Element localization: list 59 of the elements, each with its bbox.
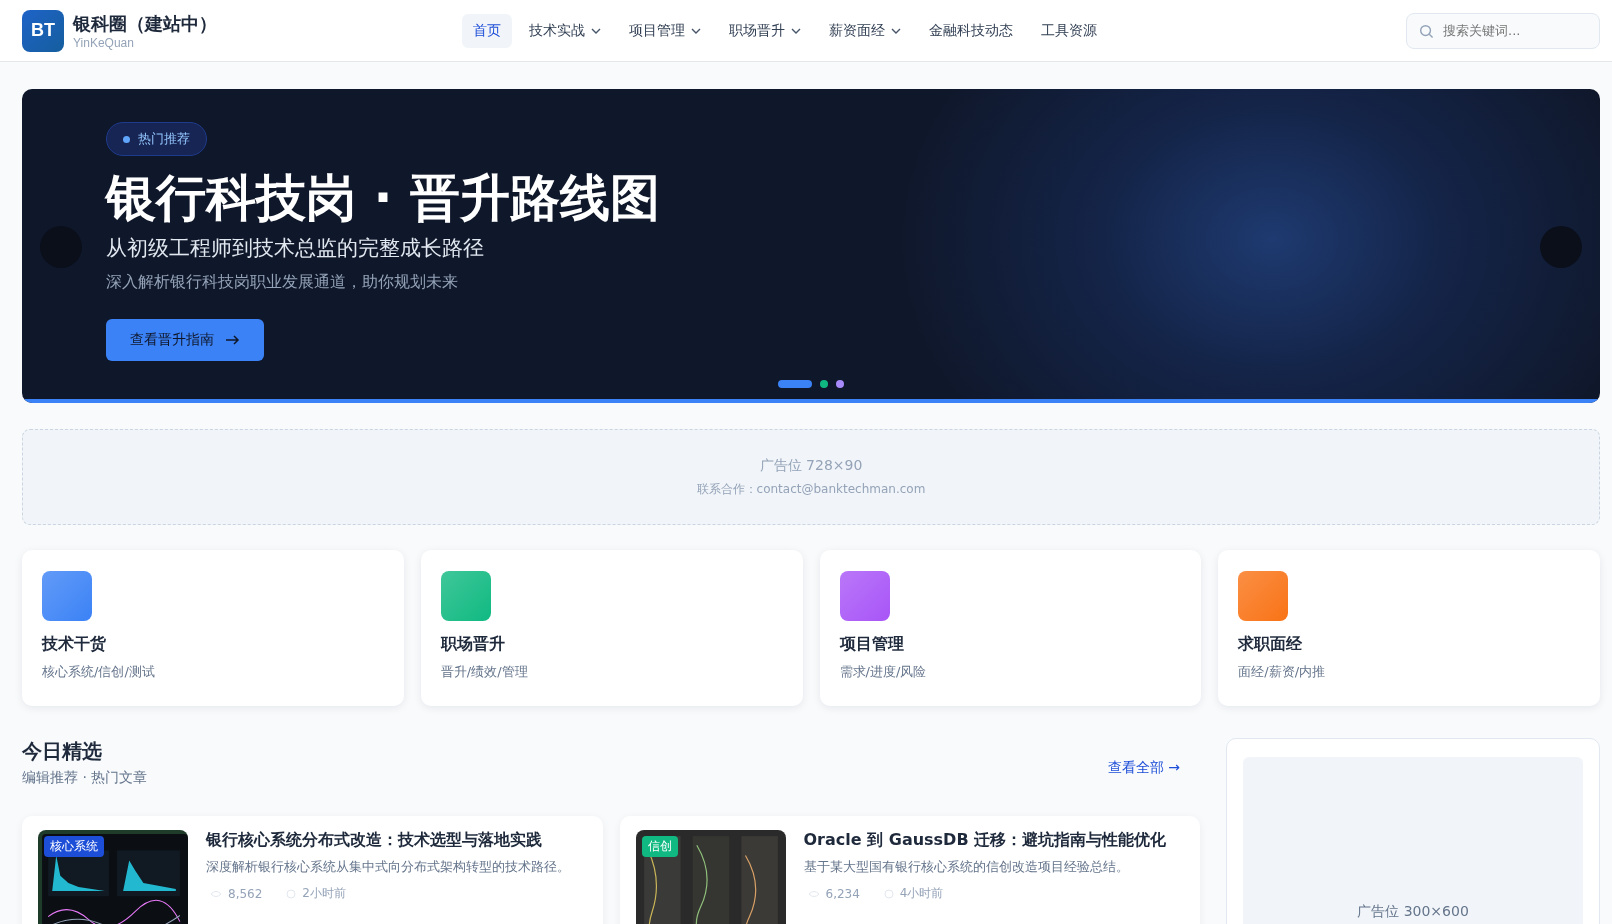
category-tags: 需求/进度/风险 [839,663,927,681]
slide-dot[interactable] [820,380,828,388]
category-title: 求职面经 [1238,634,1303,655]
clock-icon [883,888,894,899]
hero-title: 银行科技岗 · 晋升路线图 [106,170,660,228]
post-time: 2小时前 [302,885,346,903]
site-subtitle: YinKeQuan [73,35,135,50]
search-field[interactable]: 搜索关键词... [1406,12,1600,49]
chevron-down-icon [691,27,701,34]
section-subtitle: 编辑推荐 · 热门文章 [22,769,148,787]
slide-dot[interactable] [836,380,844,388]
nav-link[interactable]: 技术实战 [518,13,612,48]
nav-link[interactable]: 薪资面经 [818,13,912,48]
category-title: 技术干货 [42,634,106,655]
site-title: 银科圈（建站中） [73,11,217,36]
nav-link[interactable]: 工具资源 [1030,13,1108,48]
category-title: 职场晋升 [440,634,505,655]
post-time: 4小时前 [899,885,944,903]
eye-icon [210,889,222,898]
arrow-right-icon [226,334,240,345]
hero-description: 深入解析银行科技岗职业发展通道，助你规划未来 [106,271,458,293]
nav-link[interactable]: 项目管理 [618,13,712,48]
ad-label: 广告位 728×90 [759,456,863,475]
ad-placeholder[interactable]: 广告位 300×600 [1243,757,1583,924]
category-card[interactable]: 技术干货 核心系统/信创/测试 [22,550,404,706]
nav-link[interactable]: 职场晋升 [718,13,812,48]
hero-subtitle: 从初级工程师到技术总监的完整成长路径 [106,234,484,262]
clock-icon [286,888,297,899]
section-title: 今日精选 [22,738,103,765]
article-card[interactable]: 信创 Oracle 到 GaussDB 迁移：避坑指南与性能优化 基于某大型国有银行核心系统的信创改造项目经验总结。 6,234 4小时前 [619,816,1200,924]
chevron-down-icon [791,27,801,34]
category-tag: 核心系统 [44,836,104,857]
view-all-link[interactable]: 查看全部 → [1107,759,1180,777]
category-tags: 核心系统/信创/测试 [42,663,155,681]
logo-badge[interactable]: BT [22,9,64,52]
chevron-down-icon [891,27,901,34]
view-count: 6,234 [825,886,860,901]
article-title: 银行核心系统分布式改造：技术选型与落地实践 [206,830,543,851]
article-summary: 基于某大型国有银行核心系统的信创改造项目经验总结。 [803,858,1130,876]
category-tags: 晋升/绩效/管理 [440,663,528,681]
nav-link[interactable]: 金融科技动态 [918,13,1024,48]
category-card[interactable]: 项目管理 需求/进度/风险 [819,550,1202,706]
category-card[interactable]: 求职面经 面经/薪资/内推 [1218,550,1600,706]
article-summary: 深度解析银行核心系统从集中式向分布式架构转型的技术路径。 [206,858,570,876]
article-card[interactable]: 核心系统 银行核心系统分布式改造：技术选型与落地实践 深度解析银行核心系统从集中式向分布式架构转型的技术路径。 8,562 2小时前 [22,816,603,924]
eye-icon [807,889,820,898]
category-card[interactable]: 职场晋升 晋升/绩效/管理 [420,550,803,706]
guide-button[interactable]: 查看晋升指南 [106,318,264,361]
search-icon [1419,23,1434,39]
chevron-down-icon [591,27,601,34]
ad-contact: 联系合作：contact@banktechman.com [696,480,926,498]
nav-link[interactable]: 首页 [462,13,512,48]
category-tags: 面经/薪资/内推 [1238,663,1325,681]
category-tag: 信创 [641,836,678,857]
category-title: 项目管理 [839,634,904,655]
article-title: Oracle 到 GaussDB 迁移：避坑指南与性能优化 [803,830,1167,851]
hot-badge: 热门推荐 [106,122,207,156]
ad-label: 广告位 300×600 [1357,903,1469,921]
view-count: 8,562 [228,886,263,901]
